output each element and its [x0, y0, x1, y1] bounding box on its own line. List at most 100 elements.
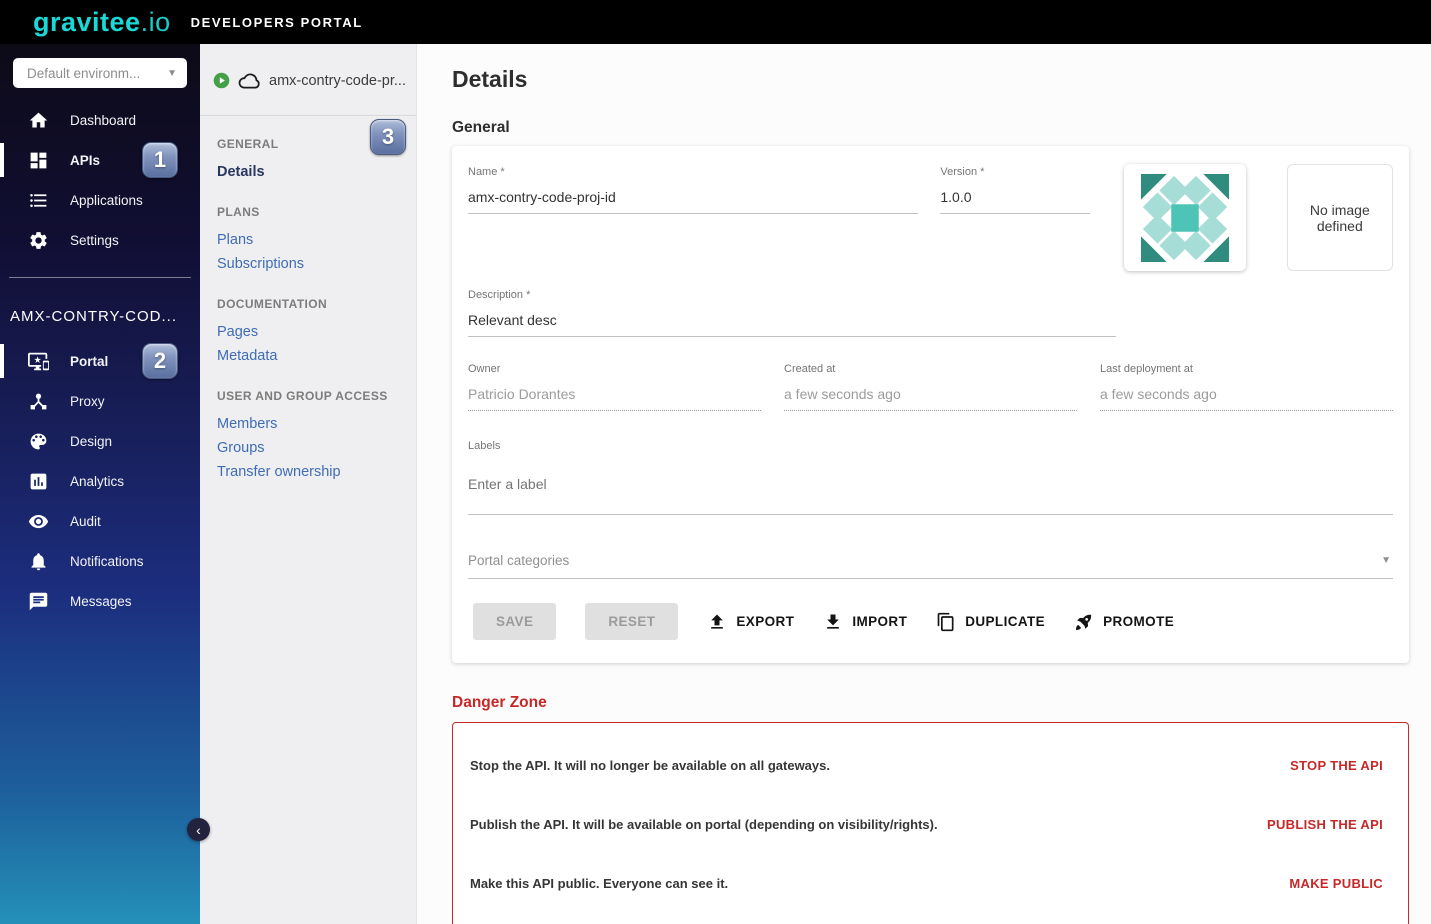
export-label: EXPORT — [736, 614, 795, 629]
bell-icon — [28, 551, 49, 572]
eye-icon — [28, 511, 49, 532]
sidebar-item-apis[interactable]: APIs 1 — [0, 140, 200, 180]
version-field: Version * — [940, 164, 1090, 271]
chat-icon — [28, 591, 49, 612]
menu-section-plans: PLANS — [217, 205, 260, 219]
primary-sidebar: Default environm... ▼ Dashboard APIs 1 A… — [0, 44, 200, 924]
logo-text-suffix: .io — [140, 6, 171, 37]
api-header: amx-contry-code-pr... — [200, 44, 416, 116]
grid-icon — [28, 150, 49, 171]
list-icon — [28, 190, 49, 211]
download-icon — [827, 614, 840, 629]
danger-text: Stop the API. It will no longer be avail… — [470, 758, 830, 773]
sidebar-item-analytics[interactable]: Analytics — [0, 461, 200, 501]
export-button[interactable]: EXPORT — [707, 612, 794, 632]
menu-section-user-group-access: USER AND GROUP ACCESS — [217, 389, 388, 403]
no-image-placeholder[interactable]: No image defined — [1286, 164, 1394, 271]
sidebar-item-label: Settings — [70, 232, 119, 248]
hub-icon — [28, 391, 49, 412]
stop-api-button[interactable]: STOP THE API — [1282, 752, 1391, 779]
sidebar-item-label: Audit — [70, 513, 101, 529]
sidebar-item-applications[interactable]: Applications — [0, 180, 200, 220]
sidebar-item-design[interactable]: Design — [0, 421, 200, 461]
chevron-down-icon: ▼ — [167, 67, 177, 79]
sidebar-item-label: Messages — [70, 593, 132, 609]
top-bar: gravitee .io DEVELOPERS PORTAL — [0, 0, 1431, 44]
palette-icon — [28, 431, 49, 452]
sidebar-item-label: APIs — [70, 152, 101, 168]
sidebar-item-notifications[interactable]: Notifications — [0, 541, 200, 581]
danger-row-deprecate: Deprecate this API. It will no longer be… — [470, 913, 1391, 924]
sidebar-item-audit[interactable]: Audit — [0, 501, 200, 541]
owner-field: Owner Patricio Dorantes — [468, 361, 761, 411]
api-picture[interactable] — [1123, 164, 1246, 271]
danger-row-publish: Publish the API. It will be available on… — [470, 795, 1391, 854]
sidebar-collapse-button[interactable]: ‹ — [187, 818, 210, 841]
sidebar-item-label: Applications — [70, 192, 143, 208]
upload-icon — [711, 614, 724, 629]
bar-chart-icon — [28, 471, 49, 492]
portal-categories-select[interactable]: Portal categories ▼ — [468, 545, 1393, 579]
home-icon — [28, 110, 49, 131]
last-deployment-label: Last deployment at — [1100, 363, 1193, 375]
name-field: Name * — [468, 164, 919, 271]
page-title: Details — [452, 66, 528, 92]
sidebar-item-label: Dashboard — [70, 112, 137, 128]
api-section-title: AMX-CONTRY-COD... — [10, 308, 178, 325]
save-button[interactable]: SAVE — [473, 603, 557, 640]
labels-label: Labels — [468, 440, 501, 452]
step-badge-3: 3 — [370, 119, 406, 155]
created-at-value: a few seconds ago — [784, 375, 1077, 411]
sidebar-item-messages[interactable]: Messages — [0, 581, 200, 621]
danger-zone-heading: Danger Zone — [452, 694, 547, 711]
name-input[interactable] — [468, 178, 919, 214]
step-badge-2: 2 — [142, 343, 178, 379]
make-public-button[interactable]: MAKE PUBLIC — [1281, 870, 1391, 897]
sidebar-item-settings[interactable]: Settings — [0, 220, 200, 260]
created-at-field: Created at a few seconds ago — [784, 361, 1077, 411]
menu-item-subscriptions[interactable]: Subscriptions — [217, 252, 416, 276]
copy-icon — [937, 612, 954, 631]
sidebar-item-portal[interactable]: Portal 2 — [0, 341, 200, 381]
sidebar-item-dashboard[interactable]: Dashboard — [0, 100, 200, 140]
danger-text: Publish the API. It will be available on… — [470, 817, 938, 832]
gear-icon — [28, 230, 49, 251]
no-image-text: No image defined — [1309, 201, 1370, 234]
duplicate-button[interactable]: DUPLICATE — [936, 612, 1045, 632]
danger-text: Make this API public. Everyone can see i… — [470, 876, 729, 891]
general-card: Name * Version * — [452, 146, 1409, 663]
version-input[interactable] — [940, 178, 1090, 214]
description-input[interactable] — [468, 301, 1116, 337]
created-at-label: Created at — [784, 363, 836, 375]
portal-categories-label: Portal categories — [468, 553, 570, 568]
api-name: amx-contry-code-pr... — [269, 72, 406, 89]
import-label: IMPORT — [852, 614, 908, 629]
sidebar-item-label: Design — [70, 433, 113, 449]
duplicate-label: DUPLICATE — [965, 614, 1046, 629]
import-button[interactable]: IMPORT — [823, 612, 907, 632]
menu-item-plans[interactable]: Plans — [217, 228, 416, 252]
promote-label: PROMOTE — [1103, 614, 1175, 629]
menu-item-members[interactable]: Members — [217, 412, 416, 436]
reset-button[interactable]: RESET — [585, 603, 679, 640]
api-identicon — [1140, 173, 1229, 262]
api-menu: 3 GENERAL Details PLANS Plans Subscripti… — [200, 119, 416, 484]
environment-select-value: Default environm... — [27, 65, 141, 81]
promote-button[interactable]: PROMOTE — [1074, 612, 1174, 632]
menu-item-transfer-ownership[interactable]: Transfer ownership — [217, 460, 416, 484]
menu-item-groups[interactable]: Groups — [217, 436, 416, 460]
name-label: Name * — [468, 166, 505, 178]
logo-text-main: gravitee — [33, 6, 141, 37]
menu-item-metadata[interactable]: Metadata — [217, 344, 416, 368]
publish-api-button[interactable]: PUBLISH THE API — [1259, 811, 1391, 838]
labels-input[interactable] — [468, 452, 1393, 515]
last-deployment-field: Last deployment at a few seconds ago — [1100, 361, 1393, 411]
sidebar-item-label: Analytics — [70, 473, 125, 489]
cloud-icon — [238, 73, 260, 89]
sidebar-item-proxy[interactable]: Proxy — [0, 381, 200, 421]
menu-item-details[interactable]: Details — [217, 160, 416, 184]
step-badge-1: 1 — [142, 142, 178, 178]
danger-row-stop: Stop the API. It will no longer be avail… — [470, 736, 1391, 795]
environment-select[interactable]: Default environm... ▼ — [13, 58, 187, 88]
menu-item-pages[interactable]: Pages — [217, 320, 416, 344]
